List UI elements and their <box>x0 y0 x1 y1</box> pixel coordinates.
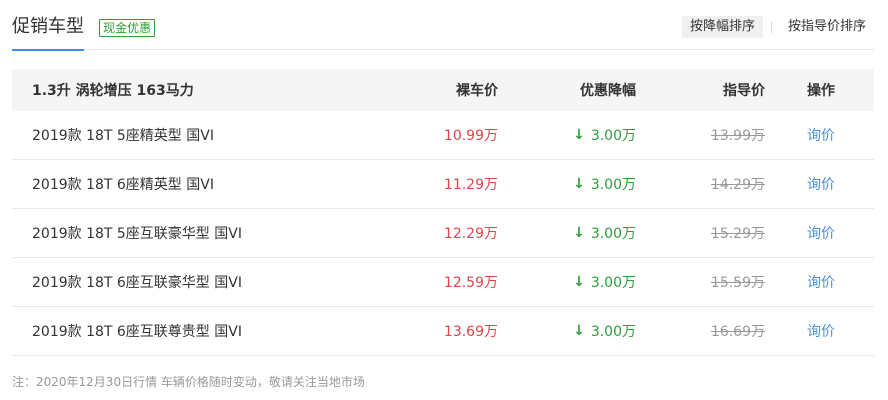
discount-value: 3.00万 <box>590 226 636 242</box>
model-name: 2019款 18T 6座互联豪华型 国VI <box>32 275 242 291</box>
bare-price: 13.69万 <box>443 324 498 340</box>
discount-value: 3.00万 <box>590 275 636 291</box>
arrow-down-icon: ↓ <box>573 274 585 290</box>
price-note: 注：2020年12月30日行情 车辆价格随时变动，敬请关注当地市场 <box>12 375 365 389</box>
col-header-guide: 指导价 <box>723 83 765 99</box>
table-row: 2019款 18T 5座互联豪华型 国VI 12.29万 ↓ 3.00万 15.2… <box>12 209 874 258</box>
arrow-down-icon: ↓ <box>573 225 585 241</box>
bare-price: 12.29万 <box>443 226 498 242</box>
arrow-down-icon: ↓ <box>573 176 585 192</box>
title-wrap: 促销车型 现金优惠 <box>12 14 156 51</box>
model-name: 2019款 18T 5座精英型 国VI <box>32 128 214 144</box>
table-row: 2019款 18T 5座精英型 国VI 10.99万 ↓ 3.00万 13.99万… <box>12 111 874 160</box>
guide-price: 15.59万 <box>710 275 765 291</box>
guide-price: 13.99万 <box>710 128 765 144</box>
discount-value: 3.00万 <box>590 324 636 340</box>
table-header: 1.3升 涡轮增压 163马力 裸车价 优惠降幅 指导价 操作 <box>12 69 874 111</box>
sort-by-discount-button[interactable]: 按降幅排序 <box>681 16 763 38</box>
model-name: 2019款 18T 6座互联尊贵型 国VI <box>32 324 242 340</box>
guide-price: 15.29万 <box>710 226 765 242</box>
table-row: 2019款 18T 6座互联尊贵型 国VI 13.69万 ↓ 3.00万 16.6… <box>12 307 874 356</box>
inquiry-link[interactable]: 询价 <box>807 160 835 208</box>
model-name: 2019款 18T 6座精英型 国VI <box>32 177 214 193</box>
discount-cell: ↓ 3.00万 <box>573 160 636 208</box>
sort-by-guide-price-button[interactable]: 按指导价排序 <box>780 16 874 38</box>
model-name: 2019款 18T 5座互联豪华型 国VI <box>32 226 242 242</box>
title-underline <box>12 49 84 51</box>
discount-cell: ↓ 3.00万 <box>573 307 636 355</box>
group-title: 1.3升 涡轮增压 163马力 <box>32 83 194 99</box>
discount-value: 3.00万 <box>590 177 636 193</box>
inquiry-link[interactable]: 询价 <box>807 258 835 306</box>
col-header-action: 操作 <box>807 83 835 99</box>
section-title: 促销车型 <box>12 16 84 37</box>
col-header-price: 裸车价 <box>456 83 498 99</box>
inquiry-link[interactable]: 询价 <box>807 209 835 257</box>
guide-price: 16.69万 <box>710 324 765 340</box>
bare-price: 11.29万 <box>443 177 498 193</box>
discount-cell: ↓ 3.00万 <box>573 111 636 159</box>
arrow-down-icon: ↓ <box>573 323 585 339</box>
sort-divider <box>770 21 772 33</box>
discount-value: 3.00万 <box>590 128 636 144</box>
section-header: 促销车型 现金优惠 按降幅排序 按指导价排序 <box>12 0 874 51</box>
cash-discount-badge: 现金优惠 <box>99 19 156 37</box>
col-header-discount: 优惠降幅 <box>580 83 636 99</box>
price-table: 1.3升 涡轮增压 163马力 裸车价 优惠降幅 指导价 操作 2019款 18… <box>12 69 874 356</box>
sort-group: 按降幅排序 按指导价排序 <box>681 16 874 38</box>
bare-price: 12.59万 <box>443 275 498 291</box>
inquiry-link[interactable]: 询价 <box>807 307 835 355</box>
table-row: 2019款 18T 6座精英型 国VI 11.29万 ↓ 3.00万 14.29万… <box>12 160 874 209</box>
table-row: 2019款 18T 6座互联豪华型 国VI 12.59万 ↓ 3.00万 15.5… <box>12 258 874 307</box>
arrow-down-icon: ↓ <box>573 127 585 143</box>
inquiry-link[interactable]: 询价 <box>807 111 835 159</box>
discount-cell: ↓ 3.00万 <box>573 209 636 257</box>
guide-price: 14.29万 <box>710 177 765 193</box>
bare-price: 10.99万 <box>443 128 498 144</box>
discount-cell: ↓ 3.00万 <box>573 258 636 306</box>
